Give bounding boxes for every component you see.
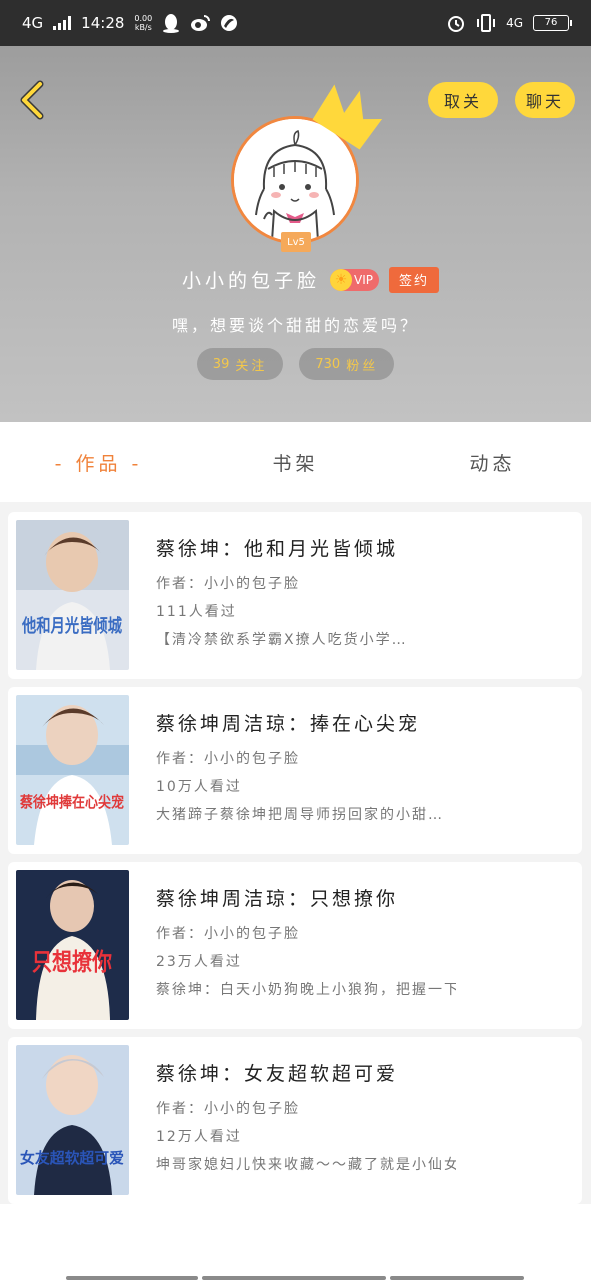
book-views: 111人看过 <box>156 604 237 620</box>
book-cover[interactable]: 蔡徐坤捧在心尖宠 <box>16 695 129 845</box>
status-bar: 4G 14:28 0.00 kB/s 4G 76 <box>0 0 591 46</box>
tab-activity[interactable]: 动态 <box>394 449 591 476</box>
book-author: 作者：小小的包子脸 <box>156 576 300 592</box>
book-title[interactable]: 蔡徐坤：他和月光皆倾城 <box>156 534 576 561</box>
svg-text:他和月光皆倾城: 他和月光皆倾城 <box>21 615 122 637</box>
qq-icon <box>163 14 180 33</box>
tab-bar: - 作品 - 书架 动态 <box>0 422 591 502</box>
book-info: 蔡徐坤周洁琼：捧在心尖宠 作者：小小的包子脸 10万人看过 大猪蹄子蔡徐坤把周导… <box>156 709 576 824</box>
book-desc: 【清冷禁欲系学霸X撩人吃货小学… <box>156 632 408 648</box>
book-cover[interactable]: 只想撩你 <box>16 870 129 1020</box>
book-title[interactable]: 蔡徐坤周洁琼：捧在心尖宠 <box>156 709 576 736</box>
gesture-bar <box>66 1276 524 1280</box>
works-list: 他和月光皆倾城 蔡徐坤：他和月光皆倾城 作者：小小的包子脸 111人看过 【清冷… <box>8 512 582 1212</box>
book-desc: 坤哥家媳妇儿快来收藏～～藏了就是小仙女… <box>156 1157 456 1173</box>
level-badge: Lv5 <box>281 232 311 252</box>
svg-text:女友超软超可爱: 女友超软超可爱 <box>20 1149 124 1167</box>
network-type: 4G <box>22 14 44 32</box>
book-desc: 蔡徐坤：白天小奶狗晚上小狼狗，把握一下… <box>156 982 456 998</box>
avatar-container[interactable]: Lv5 <box>231 84 383 252</box>
svg-text:蔡徐坤捧在心尖宠: 蔡徐坤捧在心尖宠 <box>19 793 124 811</box>
profile-header: 取关 聊天 Lv5 小小的包子脸 ☀ VIP 签约 嘿，想要谈个甜甜的恋爱吗？ … <box>0 46 591 422</box>
book-info: 蔡徐坤：女友超软超可爱 作者：小小的包子脸 12万人看过 坤哥家媳妇儿快来收藏～… <box>156 1059 576 1174</box>
book-cover[interactable]: 女友超软超可爱 <box>16 1045 129 1195</box>
book-info: 蔡徐坤：他和月光皆倾城 作者：小小的包子脸 111人看过 【清冷禁欲系学霸X撩人… <box>156 534 576 649</box>
list-item[interactable]: 只想撩你 蔡徐坤周洁琼：只想撩你 作者：小小的包子脸 23万人看过 蔡徐坤：白天… <box>8 862 582 1029</box>
signed-badge: 签约 <box>388 266 439 293</box>
back-arrow-icon[interactable] <box>14 78 50 122</box>
list-item[interactable]: 他和月光皆倾城 蔡徐坤：他和月光皆倾城 作者：小小的包子脸 111人看过 【清冷… <box>8 512 582 679</box>
book-author: 作者：小小的包子脸 <box>156 1101 300 1117</box>
bottom-area <box>0 1204 591 1280</box>
alarm-icon <box>448 16 465 32</box>
following-stat[interactable]: 39 关注 <box>196 348 284 380</box>
book-title[interactable]: 蔡徐坤周洁琼：只想撩你 <box>156 884 576 911</box>
book-desc: 大猪蹄子蔡徐坤把周导师拐回家的小甜… <box>156 807 444 823</box>
weibo-icon <box>191 15 211 31</box>
book-views: 23万人看过 <box>156 954 242 970</box>
unfollow-button[interactable]: 取关 <box>428 82 498 118</box>
crown-icon <box>312 84 383 150</box>
vip-badge: ☀ VIP <box>330 268 379 291</box>
book-views: 10万人看过 <box>156 779 242 795</box>
book-cover[interactable]: 他和月光皆倾城 <box>16 520 129 670</box>
book-views: 12万人看过 <box>156 1129 242 1145</box>
name-row: 小小的包子脸 ☀ VIP 签约 <box>0 266 591 293</box>
battery-icon: 76 <box>533 15 572 31</box>
book-author: 作者：小小的包子脸 <box>156 926 300 942</box>
tab-works[interactable]: - 作品 - <box>0 449 197 476</box>
tab-bookshelf[interactable]: 书架 <box>197 449 394 476</box>
network-type-right: 4G <box>506 16 523 30</box>
network-speed: 0.00 kB/s <box>134 14 153 32</box>
stats-row: 39 关注 730 粉丝 <box>0 348 591 380</box>
clock: 14:28 <box>81 14 125 32</box>
chat-button[interactable]: 聊天 <box>515 82 575 118</box>
svg-text:只想撩你: 只想撩你 <box>32 947 112 976</box>
book-info: 蔡徐坤周洁琼：只想撩你 作者：小小的包子脸 23万人看过 蔡徐坤：白天小奶狗晚上… <box>156 884 576 999</box>
signal-icon <box>53 16 72 30</box>
bio: 嘿，想要谈个甜甜的恋爱吗？ <box>171 316 419 335</box>
list-item[interactable]: 女友超软超可爱 蔡徐坤：女友超软超可爱 作者：小小的包子脸 12万人看过 坤哥家… <box>8 1037 582 1204</box>
followers-stat[interactable]: 730 粉丝 <box>299 348 395 380</box>
sun-icon: ☀ <box>330 268 352 291</box>
vibrate-icon <box>477 14 496 32</box>
username: 小小的包子脸 <box>181 270 320 292</box>
list-item[interactable]: 蔡徐坤捧在心尖宠 蔡徐坤周洁琼：捧在心尖宠 作者：小小的包子脸 10万人看过 大… <box>8 687 582 854</box>
book-author: 作者：小小的包子脸 <box>156 751 300 767</box>
browser-icon <box>221 15 238 31</box>
book-title[interactable]: 蔡徐坤：女友超软超可爱 <box>156 1059 576 1086</box>
